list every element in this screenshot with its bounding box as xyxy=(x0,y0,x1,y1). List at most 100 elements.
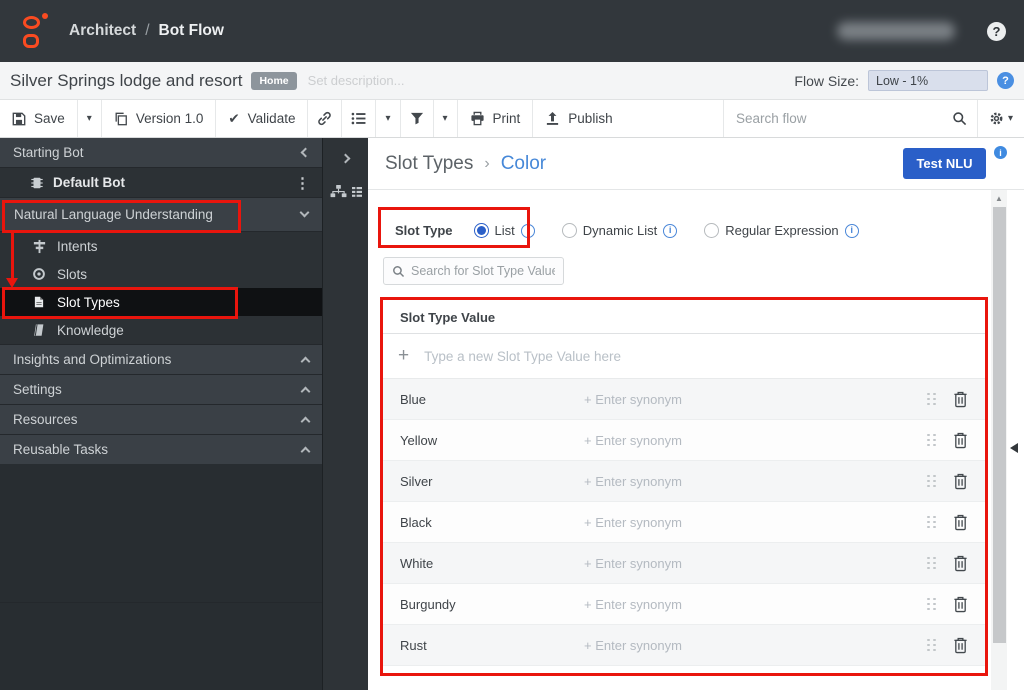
content-area: Starting Bot Default Bot ⋮ Natural Langu… xyxy=(0,138,1024,690)
slot-value-text[interactable]: White xyxy=(400,556,584,571)
slots-icon xyxy=(31,267,47,281)
sidebar: Starting Bot Default Bot ⋮ Natural Langu… xyxy=(0,138,322,690)
vertical-scrollbar[interactable]: ▲ xyxy=(991,190,1007,690)
search-flow-button[interactable] xyxy=(942,100,977,137)
radio-dynamic-list[interactable] xyxy=(562,223,577,238)
genesys-logo-icon[interactable] xyxy=(22,13,49,49)
user-name-redacted xyxy=(837,22,955,40)
add-slot-value-row[interactable]: + Type a new Slot Type Value here xyxy=(381,334,987,379)
slot-value-text[interactable]: Blue xyxy=(400,392,584,407)
radio-regex[interactable] xyxy=(704,223,719,238)
add-slot-value-placeholder: Type a new Slot Type Value here xyxy=(424,349,621,364)
slot-type-label: Slot Type xyxy=(395,223,453,238)
delete-value-button[interactable] xyxy=(953,555,968,572)
sequence-button[interactable] xyxy=(342,100,376,137)
filter-icon xyxy=(410,112,424,125)
sequence-menu-button[interactable]: ▾ xyxy=(376,100,400,137)
resources-label: Resources xyxy=(13,412,78,427)
print-button[interactable]: Print xyxy=(458,100,534,137)
delete-value-button[interactable] xyxy=(953,637,968,654)
filter-button[interactable] xyxy=(401,100,434,137)
right-panel-handle[interactable] xyxy=(1010,443,1018,453)
knowledge-icon xyxy=(31,323,47,337)
sidebar-item-default-bot[interactable]: Default Bot ⋮ xyxy=(0,168,322,198)
test-nlu-button[interactable]: Test NLU xyxy=(903,148,986,179)
trash-icon xyxy=(953,514,968,531)
drag-handle-icon[interactable] xyxy=(927,639,936,652)
flow-size-help-icon[interactable]: ? xyxy=(997,72,1014,89)
synonym-input[interactable]: + Enter synonym xyxy=(584,474,927,489)
sidebar-section-reusable-tasks[interactable]: Reusable Tasks xyxy=(0,434,322,464)
link-icon xyxy=(317,111,332,126)
drag-handle-icon[interactable] xyxy=(927,516,936,529)
kebab-menu-icon[interactable]: ⋮ xyxy=(291,174,314,192)
scrollbar-thumb[interactable] xyxy=(993,207,1006,643)
synonym-input[interactable]: + Enter synonym xyxy=(584,392,927,407)
radio-list[interactable] xyxy=(474,223,489,238)
slot-value-row: Yellow + Enter synonym xyxy=(381,420,987,461)
synonym-input[interactable]: + Enter synonym xyxy=(584,556,927,571)
sidebar-item-knowledge[interactable]: Knowledge xyxy=(0,316,322,344)
version-button[interactable]: Version 1.0 xyxy=(102,100,217,137)
app-name[interactable]: Architect xyxy=(69,22,136,40)
save-menu-button[interactable]: ▾ xyxy=(78,100,102,137)
save-button[interactable]: Save xyxy=(0,100,78,137)
publish-button[interactable]: Publish xyxy=(533,100,624,137)
slot-value-text[interactable]: Yellow xyxy=(400,433,584,448)
chevron-up-icon xyxy=(301,387,311,397)
slot-value-text[interactable]: Rust xyxy=(400,638,584,653)
sidebar-section-settings[interactable]: Settings xyxy=(0,374,322,404)
grid-list-icon xyxy=(352,186,362,198)
page-title: Bot Flow xyxy=(159,22,224,40)
set-description-field[interactable]: Set description... xyxy=(308,73,405,88)
breadcrumb-slot-types[interactable]: Slot Types xyxy=(385,153,473,175)
sidebar-section-nlu[interactable]: Natural Language Understanding xyxy=(0,198,322,232)
slot-value-text[interactable]: Black xyxy=(400,515,584,530)
delete-value-button[interactable] xyxy=(953,391,968,408)
delete-value-button[interactable] xyxy=(953,473,968,490)
sidebar-item-intents[interactable]: Intents xyxy=(0,232,322,260)
sidebar-section-resources[interactable]: Resources xyxy=(0,404,322,434)
sidebar-empty-area xyxy=(0,602,322,690)
search-flow-input[interactable] xyxy=(724,100,942,137)
synonym-input[interactable]: + Enter synonym xyxy=(584,433,927,448)
synonym-input[interactable]: + Enter synonym xyxy=(584,515,927,530)
flow-title-bar: Silver Springs lodge and resort Home Set… xyxy=(0,62,1024,100)
synonym-input[interactable]: + Enter synonym xyxy=(584,638,927,653)
search-flow-group: ▾ xyxy=(723,100,1024,137)
drag-handle-icon[interactable] xyxy=(927,393,936,406)
help-button[interactable]: ? xyxy=(987,22,1006,41)
slot-type-radio-row: Slot Type List i Dynamic List i Regular … xyxy=(395,214,991,247)
slot-value-text[interactable]: Silver xyxy=(400,474,584,489)
delete-value-button[interactable] xyxy=(953,432,968,449)
regex-info-icon[interactable]: i xyxy=(845,224,859,238)
settings-menu-button[interactable]: ▾ xyxy=(977,100,1024,137)
delete-value-button[interactable] xyxy=(953,514,968,531)
drag-handle-icon[interactable] xyxy=(927,434,936,447)
slot-value-search-input[interactable] xyxy=(411,264,555,278)
scroll-up-button[interactable]: ▲ xyxy=(991,190,1007,206)
list-info-icon[interactable]: i xyxy=(521,224,535,238)
flow-view-buttons[interactable] xyxy=(330,184,362,199)
drag-handle-icon[interactable] xyxy=(927,598,936,611)
bot-chip-icon xyxy=(30,176,44,190)
sidebar-section-insights[interactable]: Insights and Optimizations xyxy=(0,344,322,374)
dynamic-list-info-icon[interactable]: i xyxy=(663,224,677,238)
sidebar-item-slot-types[interactable]: Slot Types xyxy=(0,288,322,316)
sidebar-item-slots[interactable]: Slots xyxy=(0,260,322,288)
option-regex: Regular Expression i xyxy=(704,223,858,238)
validate-button[interactable]: ✔ Validate xyxy=(216,100,308,137)
sidebar-header-starting-bot[interactable]: Starting Bot xyxy=(0,138,322,168)
expand-panel-button[interactable] xyxy=(342,149,349,167)
info-icon[interactable]: i xyxy=(994,146,1007,159)
link-button[interactable] xyxy=(308,100,342,137)
top-bar: Architect / Bot Flow ? xyxy=(0,0,1024,62)
slot-value-text[interactable]: Burgundy xyxy=(400,597,584,612)
delete-value-button[interactable] xyxy=(953,596,968,613)
drag-handle-icon[interactable] xyxy=(927,475,936,488)
filter-menu-button[interactable]: ▾ xyxy=(434,100,458,137)
plus-icon: + xyxy=(398,345,409,367)
synonym-input[interactable]: + Enter synonym xyxy=(584,597,927,612)
drag-handle-icon[interactable] xyxy=(927,557,936,570)
check-icon: ✔ xyxy=(228,111,239,127)
